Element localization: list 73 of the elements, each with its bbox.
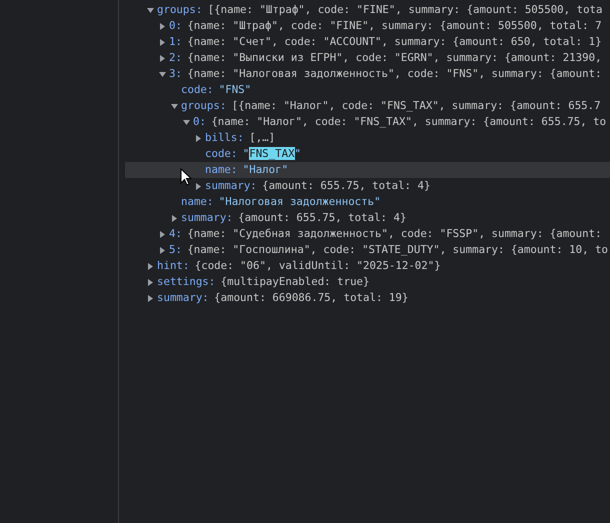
value-preview: {name: "Налоговая задолженность", code: "FNS", summary: {amount: bbox=[187, 66, 602, 82]
disclosure-triangle-icon[interactable] bbox=[159, 22, 166, 30]
property-key: name: bbox=[205, 162, 238, 178]
tree-row[interactable]: summary: {amount: 655.75, total: 4} bbox=[125, 210, 610, 226]
property-key: 1: bbox=[169, 34, 182, 50]
value-preview: {name: "Штраф", code: "FINE", summary: {amount: 505500, total: 7 bbox=[187, 18, 602, 34]
value-preview: {name: "Счет", code: "ACCOUNT", summary: {amount: 650, total: 1} bbox=[187, 34, 602, 50]
string-value: "Налог" bbox=[242, 162, 288, 178]
value-preview: {amount: 655.75, total: 4} bbox=[238, 210, 406, 226]
disclosure-triangle-icon[interactable] bbox=[147, 6, 154, 14]
tree-row[interactable]: 3: {name: "Налоговая задолженность", code: "FNS", summary: {amount: bbox=[125, 66, 610, 82]
property-key: groups: bbox=[181, 98, 226, 114]
disclosure-triangle-icon[interactable] bbox=[183, 118, 190, 126]
tree-row[interactable]: 0: {name: "Штраф", code: "FINE", summary: {amount: 505500, total: 7 bbox=[125, 18, 610, 34]
disclosure-triangle-icon[interactable] bbox=[195, 134, 202, 142]
value-preview: [{name: "Налог", code: "FNS_TAX", summary: {amount: 655.7 bbox=[232, 98, 601, 114]
mouse-pointer-icon bbox=[180, 168, 192, 186]
property-key: summary: bbox=[181, 210, 233, 226]
value-preview: {amount: 655.75, total: 4} bbox=[262, 178, 430, 194]
property-key: summary: bbox=[205, 178, 257, 194]
value-preview: {amount: 669086.75, total: 19} bbox=[214, 290, 408, 306]
value-preview: {name: "Налог", code: "FNS_TAX", summary: {amount: 655.75, to bbox=[211, 114, 606, 130]
tree-row[interactable]: 5: {name: "Госпошлина", code: "STATE_DUTY", summary: {amount: 10, to bbox=[125, 242, 610, 258]
property-key: 3: bbox=[169, 66, 182, 82]
property-key: 4: bbox=[169, 226, 182, 242]
property-key: groups: bbox=[157, 2, 202, 18]
property-key: 0: bbox=[193, 114, 206, 130]
disclosure-triangle-icon[interactable] bbox=[159, 246, 166, 254]
tree-row[interactable]: groups: [{name: "Штраф", code: "FINE", summary: {amount: 505500, tota bbox=[125, 2, 610, 18]
tree-row[interactable]: 4: {name: "Судебная задолженность", code: "FSSP", summary: {amount: bbox=[125, 226, 610, 242]
string-value: "FNS" bbox=[218, 82, 252, 98]
disclosure-triangle-icon[interactable] bbox=[159, 70, 166, 78]
tree-row[interactable]: 1: {name: "Счет", code: "ACCOUNT", summary: {amount: 650, total: 1} bbox=[125, 34, 610, 50]
property-key: 2: bbox=[169, 50, 182, 66]
disclosure-triangle-icon[interactable] bbox=[147, 262, 154, 270]
disclosure-triangle-icon[interactable] bbox=[159, 54, 166, 62]
disclosure-triangle-icon[interactable] bbox=[159, 230, 166, 238]
disclosure-triangle-icon[interactable] bbox=[195, 182, 202, 190]
value-preview: {name: "Выписки из ЕГРН", code: "EGRN", summary: {amount: 21390, bbox=[187, 50, 602, 66]
disclosure-triangle-icon[interactable] bbox=[171, 102, 178, 110]
property-key: name: bbox=[181, 194, 214, 210]
tree-row[interactable]: settings: {multipayEnabled: true} bbox=[125, 274, 610, 290]
property-key: summary: bbox=[157, 290, 209, 306]
value-preview: {code: "06", validUntil: "2025-12-02"} bbox=[194, 258, 441, 274]
tree-row[interactable]: summary: {amount: 669086.75, total: 19} bbox=[125, 290, 610, 306]
disclosure-triangle-icon[interactable] bbox=[147, 278, 154, 286]
tree-row[interactable]: 2: {name: "Выписки из ЕГРН", code: "EGRN", summary: {amount: 21390, bbox=[125, 50, 610, 66]
value-preview: {multipayEnabled: true} bbox=[220, 274, 370, 290]
tree-row[interactable]: name: "Налоговая задолженность" bbox=[125, 194, 610, 210]
property-key: code: bbox=[205, 146, 238, 162]
property-key: settings: bbox=[157, 274, 216, 290]
property-key: hint: bbox=[157, 258, 190, 274]
disclosure-triangle-icon[interactable] bbox=[171, 214, 178, 222]
value-preview: {name: "Судебная задолженность", code: "FSSP", summary: {amount: bbox=[187, 226, 602, 242]
property-key: 0: bbox=[169, 18, 182, 34]
disclosure-triangle-icon[interactable] bbox=[147, 294, 154, 302]
value-preview: [{name: "Штраф", code: "FINE", summary: {amount: 505500, tota bbox=[208, 2, 602, 18]
property-key: code: bbox=[181, 82, 214, 98]
value-preview: {name: "Госпошлина", code: "STATE_DUTY", summary: {amount: 10, to bbox=[187, 242, 608, 258]
property-key: 5: bbox=[169, 242, 182, 258]
tree-row[interactable]: 0: {name: "Налог", code: "FNS_TAX", summary: {amount: 655.75, to bbox=[125, 114, 610, 130]
tree-row[interactable]: hint: {code: "06", validUntil: "2025-12-02"} bbox=[125, 258, 610, 274]
string-value: "Налоговая задолженность" bbox=[218, 194, 381, 210]
string-value: "FNS_TAX" bbox=[242, 146, 302, 162]
tree-row[interactable]: summary: {amount: 655.75, total: 4} bbox=[125, 178, 610, 194]
tree-row[interactable]: code: "FNS" bbox=[125, 82, 610, 98]
tree-row[interactable]: bills: [,…] bbox=[125, 130, 610, 146]
property-key: bills: bbox=[205, 130, 244, 146]
disclosure-triangle-icon[interactable] bbox=[159, 38, 166, 46]
tree-row[interactable]: name: "Налог" bbox=[125, 162, 610, 178]
tree-row[interactable]: code: "FNS_TAX" bbox=[125, 146, 610, 162]
tree-row[interactable]: groups: [{name: "Налог", code: "FNS_TAX", summary: {amount: 655.7 bbox=[125, 98, 610, 114]
value-preview: [,…] bbox=[249, 130, 276, 146]
